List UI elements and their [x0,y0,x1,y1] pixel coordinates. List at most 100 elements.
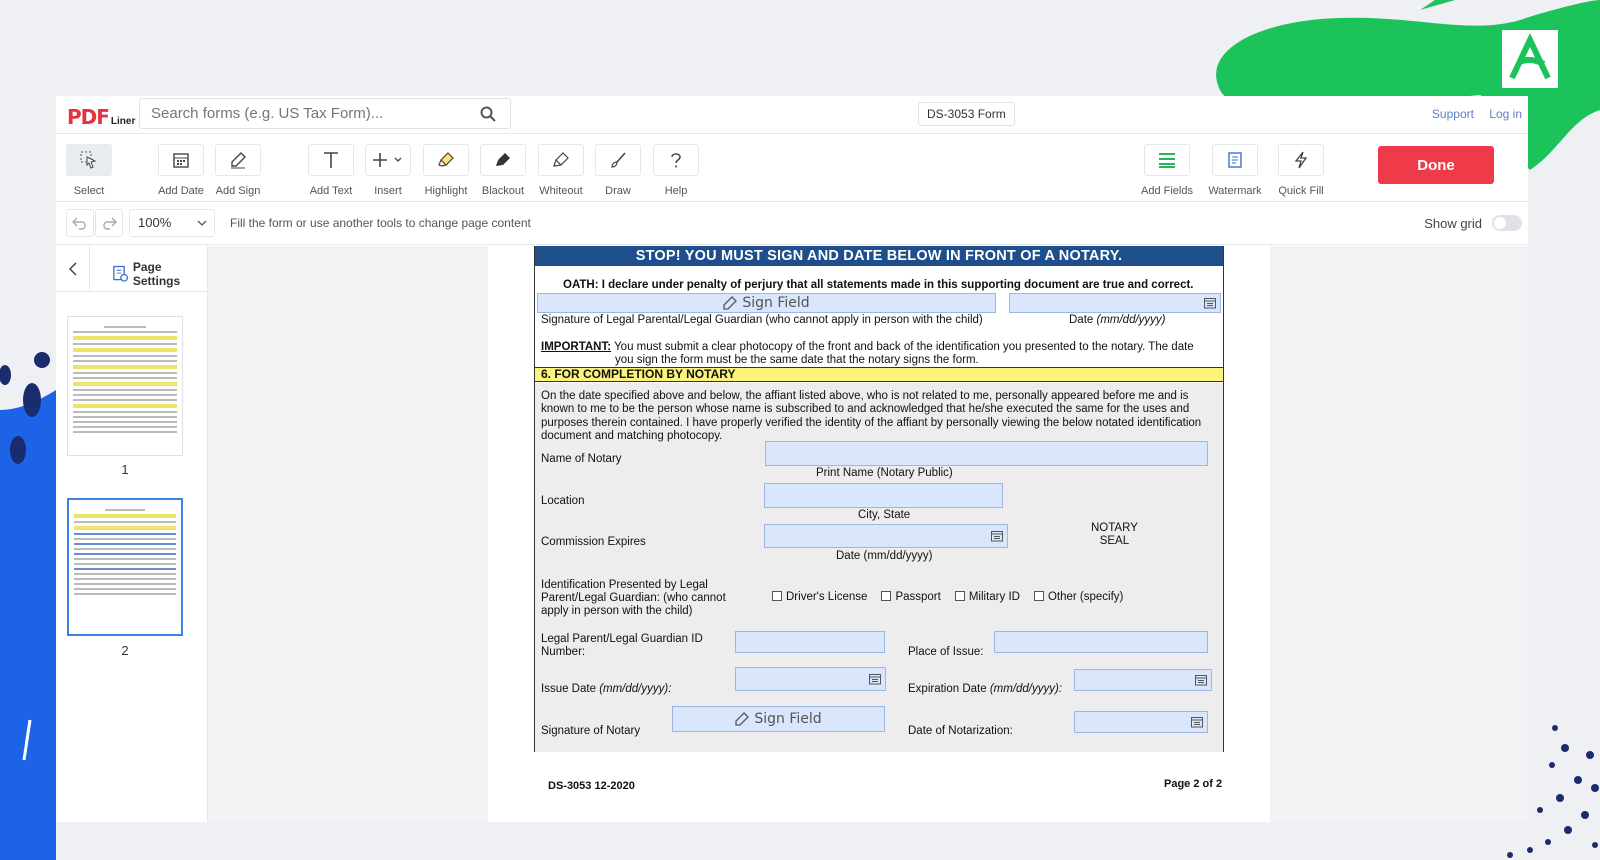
issue-date-field[interactable] [735,667,886,691]
calendar-icon [1195,675,1207,686]
insert-tool[interactable]: Insert [358,144,418,197]
page-settings-button[interactable]: Page Settings [112,260,207,288]
page-thumbnail-2[interactable] [67,498,183,636]
zoom-select[interactable]: 100% [129,209,215,237]
checkbox[interactable] [881,591,892,601]
select-tool-label: Select [73,185,105,197]
logo-main-text: PDF [67,105,110,129]
issue-date-format: (mm/dd/yyyy): [599,683,672,695]
notary-name-field[interactable] [765,441,1208,466]
id-option-label: Military ID [968,591,1020,603]
date-of-notarization-field[interactable] [1074,711,1208,733]
signature-of-notary-label: Signature of Notary [541,725,641,737]
blackout-tool[interactable]: Blackout [473,144,533,197]
location-label: Location [541,495,585,507]
add-date-tool[interactable]: Add Date [151,144,211,197]
blackout-label: Blackout [481,185,525,197]
id-option-military-id[interactable]: Military ID [954,591,1020,603]
document-canvas: STOP! YOU MUST SIGN AND DATE BELOW IN FR… [208,246,1528,822]
watermark-label: Watermark [1208,185,1262,197]
calendar-icon [1204,298,1216,309]
id-option-label: Passport [895,591,941,603]
notary-sign-field[interactable]: Sign Field [672,706,885,732]
pdfliner-logo[interactable]: PDF Liner [67,105,135,129]
pen-sign-icon [231,152,246,169]
checkbox[interactable] [772,591,782,601]
form-name-label: DS-3053 Form [918,102,1015,126]
stop-banner: STOP! YOU MUST SIGN AND DATE BELOW IN FR… [535,246,1223,266]
add-date-label: Add Date [158,185,204,197]
sidebar-header: Page Settings [56,246,207,292]
undo-icon [72,217,86,230]
show-grid-label: Show grid [1424,215,1482,231]
support-link[interactable]: Support [1432,107,1474,121]
fields-icon [1159,153,1175,168]
important-label: IMPORTANT: [541,341,612,353]
highlighter-icon [438,152,454,167]
add-fields-tool[interactable]: Add Fields [1137,144,1197,197]
date-format-text: (mm/dd/yyyy) [1096,314,1166,326]
pdf-editor-window: PDF Liner DS-3053 Form Support Log in Se… [56,96,1528,822]
issue-date-text: Issue Date [541,683,596,695]
add-fields-label: Add Fields [1141,185,1193,197]
id-options: Driver's License Passport Military ID Ot… [772,591,1123,603]
search-input[interactable] [140,99,460,128]
notary-section: On the date specified above and below, t… [535,383,1223,752]
place-of-issue-field[interactable] [994,631,1208,653]
checkbox[interactable] [1033,591,1044,601]
id-number-field[interactable] [735,631,885,653]
checkbox[interactable] [954,591,965,601]
pdf-app-icon [1502,30,1558,88]
search-icon[interactable] [480,106,496,122]
help-tool[interactable]: Help [646,144,706,197]
expiration-date-field[interactable] [1074,669,1212,691]
add-text-tool[interactable]: Add Text [301,144,361,197]
expiration-date-text: Expiration Date [908,683,987,695]
quick-fill-tool[interactable]: Quick Fill [1271,144,1331,197]
page-settings-icon [113,265,129,282]
redo-button[interactable] [95,209,123,237]
issue-date-label: Issue Date (mm/dd/yyyy): [541,683,671,695]
notary-seal-label: NOTARY SEAL [1091,522,1138,548]
id-option-passport[interactable]: Passport [881,591,941,603]
pen-icon [723,296,738,310]
highlight-tool[interactable]: Highlight [416,144,476,197]
document-page: STOP! YOU MUST SIGN AND DATE BELOW IN FR… [488,246,1270,822]
main-toolbar: Select Add Date Add Sign Add Text Insert… [56,134,1528,202]
header-links: Support Log in [1420,107,1522,121]
watermark-tool[interactable]: Watermark [1205,144,1265,197]
calendar-icon [1191,717,1203,728]
important-note: IMPORTANT: You must submit a clear photo… [541,341,1221,354]
page-number-1: 1 [121,462,129,477]
important-note-line-2: you sign the form must be the same date … [615,354,979,366]
chevron-left-icon [68,262,77,276]
guardian-signature-label: Signature of Legal Parental/Legal Guardi… [541,314,983,326]
collapse-sidebar-button[interactable] [56,246,90,292]
location-field[interactable] [764,483,1003,508]
show-grid-toggle[interactable] [1492,215,1522,231]
whiteout-tool[interactable]: Whiteout [531,144,591,197]
id-option-label: Driver's License [786,591,868,603]
add-sign-tool[interactable]: Add Sign [208,144,268,197]
login-link[interactable]: Log in [1489,107,1522,121]
place-of-issue-label: Place of Issue: [908,646,984,658]
add-sign-label: Add Sign [215,185,261,197]
city-state-caption: City, State [858,509,911,521]
calendar-icon [991,531,1003,542]
insert-label: Insert [374,185,402,197]
select-tool[interactable]: Select [59,144,119,197]
id-option-drivers-license[interactable]: Driver's License [772,591,867,603]
date-of-notarization-label: Date of Notarization: [908,725,1013,737]
draw-tool[interactable]: Draw [588,144,648,197]
guardian-sign-field[interactable]: Sign Field [537,293,996,313]
done-button[interactable]: Done [1378,146,1494,184]
search-box [139,98,511,129]
expiration-date-label: Expiration Date (mm/dd/yyyy): [908,683,1062,695]
add-text-label: Add Text [309,185,353,197]
undo-button[interactable] [66,209,94,237]
id-option-other[interactable]: Other (specify) [1033,591,1123,603]
calendar-icon [173,153,189,168]
guardian-date-field[interactable] [1009,293,1221,313]
commission-expires-field[interactable] [764,524,1008,548]
page-thumbnail-1[interactable] [67,316,183,456]
